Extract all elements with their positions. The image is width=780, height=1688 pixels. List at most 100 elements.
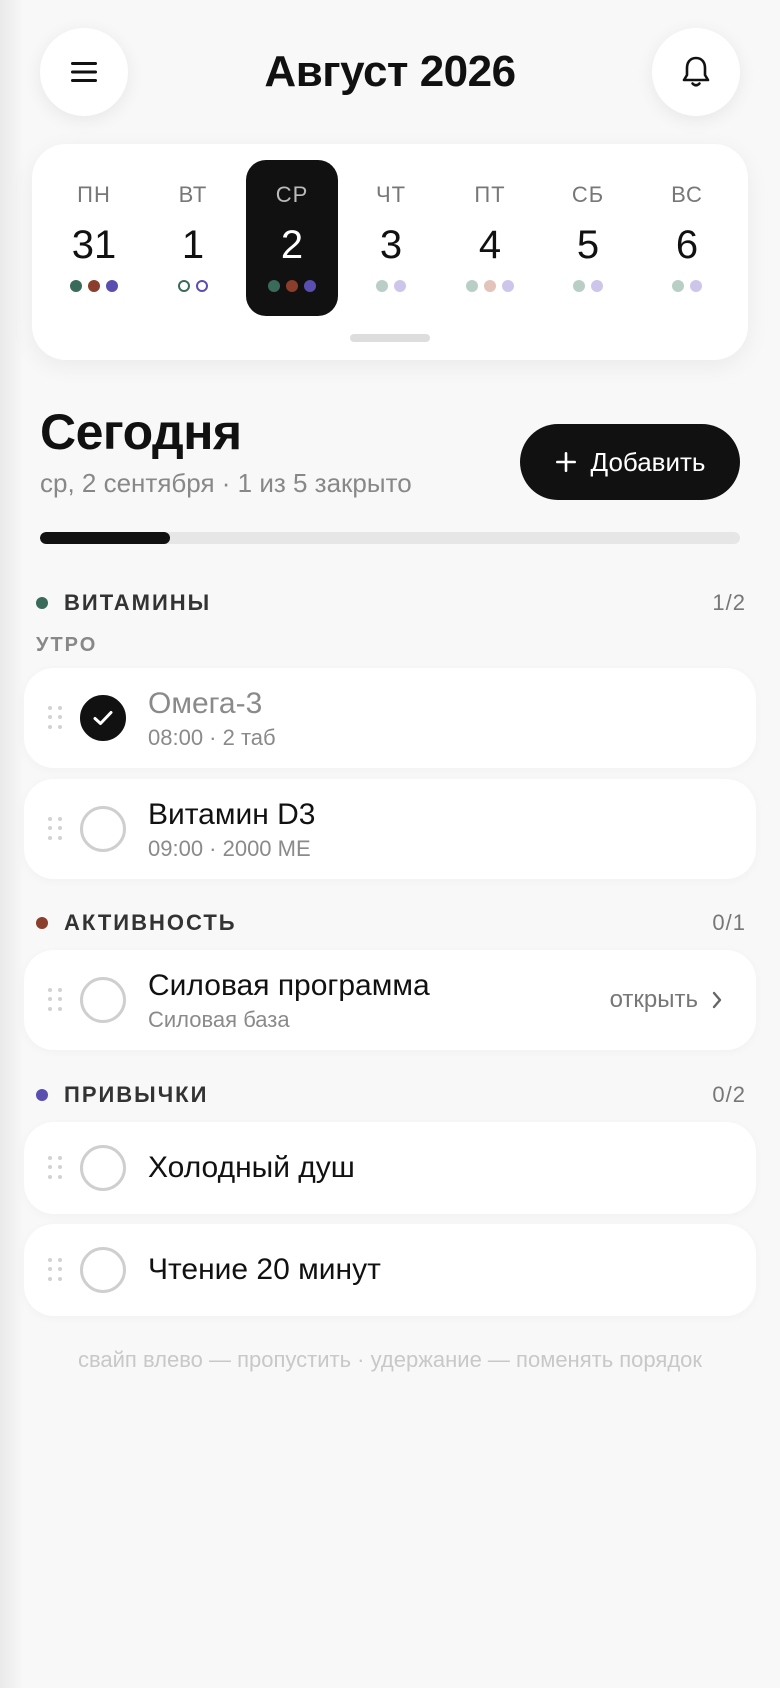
status-dot bbox=[484, 280, 496, 292]
day-number: 31 bbox=[71, 223, 117, 267]
task-title: Омега-3 bbox=[148, 687, 263, 720]
task-checkbox[interactable] bbox=[80, 806, 126, 852]
day-2[interactable]: СР 2 bbox=[246, 160, 338, 316]
task-title: Витамин D3 bbox=[148, 798, 316, 831]
group-count: 0/1 bbox=[712, 910, 746, 935]
day-31[interactable]: ПН 31 bbox=[48, 160, 140, 316]
group-name: АКТИВНОСТЬ bbox=[64, 910, 237, 935]
page-title: Сегодня bbox=[40, 404, 242, 460]
status-dot bbox=[591, 280, 603, 292]
week-strip: ПН 31 ВТ 1 СР 2 ЧТ 3 ПТ 4 СБ 5 ВС 6 bbox=[32, 144, 748, 360]
status-dot bbox=[304, 280, 316, 292]
status-dot bbox=[573, 280, 585, 292]
day-status-dots bbox=[147, 280, 239, 292]
day-of-week-label: ПН bbox=[77, 182, 111, 207]
day-of-week-label: ВТ bbox=[178, 182, 208, 207]
day-number: 6 bbox=[675, 223, 699, 267]
day-status-dots bbox=[246, 280, 338, 292]
status-dot bbox=[88, 280, 100, 292]
group-color-dot bbox=[36, 597, 48, 609]
gesture-hint: свайп влево — пропустить · удержание — п… bbox=[77, 1347, 703, 1372]
status-dot bbox=[376, 280, 388, 292]
drag-handle-icon[interactable] bbox=[48, 1258, 62, 1282]
open-link-label: открыть bbox=[609, 986, 698, 1013]
task-meta: Силовая база bbox=[148, 1007, 290, 1032]
status-dot bbox=[690, 280, 702, 292]
task-checkbox[interactable] bbox=[80, 1247, 126, 1293]
task-card-reading[interactable]: Чтение 20 минут bbox=[24, 1224, 756, 1316]
status-dot bbox=[466, 280, 478, 292]
progress-fill bbox=[40, 532, 170, 544]
day-number: 1 bbox=[181, 223, 205, 267]
checkmark-icon bbox=[93, 711, 113, 725]
bell-icon bbox=[682, 56, 710, 87]
status-dot bbox=[268, 280, 280, 292]
day-3[interactable]: ЧТ 3 bbox=[345, 160, 437, 316]
day-of-week-label: ПТ bbox=[474, 182, 506, 207]
drag-handle-icon[interactable] bbox=[48, 1156, 62, 1180]
group-name: ВИТАМИНЫ bbox=[64, 590, 212, 615]
day-number: 3 bbox=[379, 223, 403, 267]
status-dot bbox=[106, 280, 118, 292]
day-of-week-label: СБ bbox=[571, 182, 605, 207]
day-6[interactable]: ВС 6 bbox=[641, 160, 733, 316]
day-status-dots bbox=[444, 280, 536, 292]
menu-button[interactable] bbox=[40, 28, 128, 116]
status-dot bbox=[70, 280, 82, 292]
progress-bar bbox=[40, 532, 740, 544]
drag-handle-icon[interactable] bbox=[48, 988, 62, 1012]
group-header-activity: АКТИВНОСТЬ 0/1 bbox=[36, 908, 746, 938]
status-dot bbox=[196, 280, 208, 292]
task-title: Силовая программа bbox=[148, 969, 430, 1002]
status-dot bbox=[502, 280, 514, 292]
day-status-dots bbox=[345, 280, 437, 292]
month-title[interactable]: Август 2026 bbox=[160, 44, 620, 100]
status-dot bbox=[178, 280, 190, 292]
day-status-dots bbox=[641, 280, 733, 292]
today-subtitle: ср, 2 сентября · 1 из 5 закрыто bbox=[40, 468, 412, 498]
group-color-dot bbox=[36, 1089, 48, 1101]
subgroup-label: УТРО bbox=[36, 634, 98, 656]
task-card-strength-program[interactable]: Силовая программа Силовая база открыть bbox=[24, 950, 756, 1050]
status-dot bbox=[286, 280, 298, 292]
task-meta: 08:00 · 2 таб bbox=[148, 725, 276, 750]
edge-shadow bbox=[0, 0, 24, 1688]
drag-handle-icon[interactable] bbox=[48, 817, 62, 841]
group-name: ПРИВЫЧКИ bbox=[64, 1082, 209, 1107]
day-of-week-label: ВС bbox=[671, 182, 703, 207]
day-number: 2 bbox=[280, 223, 304, 267]
task-card-cold-shower[interactable]: Холодный душ bbox=[24, 1122, 756, 1214]
task-title: Холодный душ bbox=[148, 1151, 355, 1184]
day-status-dots bbox=[48, 280, 140, 292]
drag-handle-icon[interactable] bbox=[48, 706, 62, 730]
day-number: 5 bbox=[576, 223, 600, 267]
day-status-dots bbox=[542, 280, 634, 292]
group-color-dot bbox=[36, 917, 48, 929]
group-count: 1/2 bbox=[712, 590, 746, 615]
add-button[interactable]: Добавить bbox=[520, 424, 740, 500]
group-header-vitamins: ВИТАМИНЫ 1/2 bbox=[36, 588, 746, 618]
day-1[interactable]: ВТ 1 bbox=[147, 160, 239, 316]
status-dot bbox=[394, 280, 406, 292]
week-expand-handle[interactable] bbox=[350, 334, 430, 342]
open-program-link[interactable]: открыть bbox=[610, 985, 722, 1015]
task-title: Чтение 20 минут bbox=[148, 1253, 381, 1286]
task-card-omega[interactable]: Омега-3 08:00 · 2 таб bbox=[24, 668, 756, 768]
task-checkbox[interactable] bbox=[80, 1145, 126, 1191]
plus-icon bbox=[555, 452, 576, 472]
day-5[interactable]: СБ 5 bbox=[542, 160, 634, 316]
notifications-button[interactable] bbox=[652, 28, 740, 116]
day-of-week-label: СР bbox=[275, 182, 309, 207]
day-4[interactable]: ПТ 4 bbox=[444, 160, 536, 316]
task-meta: 09:00 · 2000 МЕ bbox=[148, 836, 311, 861]
day-of-week-label: ЧТ bbox=[375, 182, 407, 207]
task-checkbox[interactable] bbox=[80, 695, 126, 741]
menu-icon bbox=[71, 62, 97, 82]
task-checkbox[interactable] bbox=[80, 977, 126, 1023]
group-header-habits: ПРИВЫЧКИ 0/2 bbox=[36, 1080, 746, 1110]
group-count: 0/2 bbox=[712, 1082, 746, 1107]
add-button-label: Добавить bbox=[590, 446, 706, 477]
chevron-right-icon bbox=[712, 991, 722, 1009]
status-dot bbox=[672, 280, 684, 292]
task-card-vitamin-d3[interactable]: Витамин D3 09:00 · 2000 МЕ bbox=[24, 779, 756, 879]
